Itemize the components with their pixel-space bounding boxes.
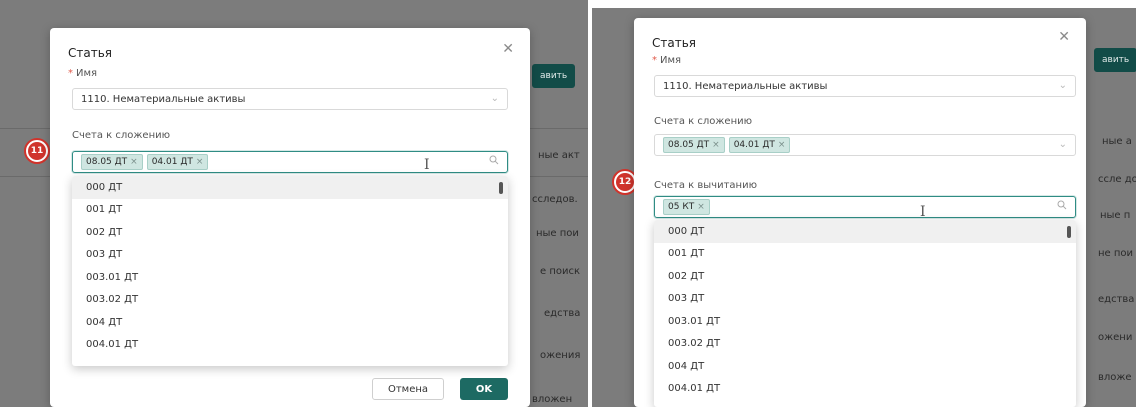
add-accounts-select[interactable]: 08.05 ДТ × 04.01 ДТ × ⌄	[654, 134, 1076, 156]
search-icon[interactable]	[489, 155, 499, 165]
screenshot-left: авить ные акт сследов. ные пои е поиск е…	[0, 0, 592, 407]
close-icon[interactable]: ✕	[502, 42, 514, 56]
accounts-dropdown: 000 ДТ 001 ДТ 002 ДТ 003 ДТ 003.01 ДТ 00…	[72, 176, 508, 366]
close-icon[interactable]: ✕	[1058, 30, 1070, 44]
dropdown-option[interactable]: 002 ДТ	[72, 221, 508, 244]
name-value: 1110. Нематериальные активы	[81, 93, 246, 105]
account-tag-label: 04.01 ДТ	[151, 157, 193, 167]
dropdown-option[interactable]: 003 ДТ	[72, 244, 508, 267]
add-accounts-label: Счета к сложению	[654, 116, 753, 127]
background-row-text: вложен	[532, 394, 573, 405]
dropdown-option[interactable]: 000 ДТ	[72, 176, 508, 199]
name-label-text: Имя	[76, 68, 98, 79]
required-mark: *	[68, 68, 73, 79]
add-accounts-select[interactable]: 08.05 ДТ × 04.01 ДТ ×	[72, 151, 508, 173]
subtract-accounts-label: Счета к вычитанию	[654, 180, 757, 191]
subtract-accounts-select[interactable]: 05 КТ ×	[654, 196, 1076, 218]
background-button: авить	[1094, 48, 1136, 72]
background-row-text: е поиск	[540, 266, 581, 277]
close-icon[interactable]: ×	[196, 157, 204, 167]
dropdown-option[interactable]: 003.01 ДТ	[72, 266, 508, 289]
account-tag: 05 КТ ×	[663, 199, 710, 215]
background-row-text: ожени	[1098, 332, 1133, 343]
step-badge-number: 12	[616, 173, 634, 191]
dropdown-scrollbar[interactable]	[499, 182, 503, 194]
dropdown-option[interactable]: 004 ДТ	[654, 355, 1076, 378]
dropdown-scrollbar[interactable]	[1067, 226, 1071, 238]
screenshot-right: авить ные а ссле до ные п не пои едства …	[592, 8, 1136, 407]
dropdown-option[interactable]: 003.02 ДТ	[654, 333, 1076, 356]
chevron-down-icon[interactable]: ⌄	[1059, 139, 1067, 150]
step-badge-number: 11	[28, 142, 46, 160]
dropdown-option[interactable]: 003.01 ДТ	[654, 310, 1076, 333]
background-row-text: ссле до	[1098, 174, 1136, 185]
text-cursor-icon: I	[920, 204, 926, 220]
text-cursor-icon: I	[424, 157, 430, 173]
background-row-text: едства	[544, 308, 581, 319]
close-icon[interactable]: ×	[130, 157, 138, 167]
account-tag: 08.05 ДТ ×	[81, 154, 143, 170]
chevron-down-icon[interactable]: ⌄	[491, 93, 499, 104]
background-row-text: ные акт	[538, 150, 580, 161]
step-badge: 11	[24, 138, 50, 164]
close-icon[interactable]: ×	[697, 202, 705, 212]
dropdown-option[interactable]: 003.02 ДТ	[72, 289, 508, 312]
ok-button[interactable]: OK	[460, 378, 508, 400]
account-tag: 04.01 ДТ ×	[146, 154, 209, 170]
dropdown-option[interactable]: 002 ДТ	[654, 265, 1076, 288]
add-accounts-label: Счета к сложению	[72, 130, 171, 141]
search-icon[interactable]	[1057, 200, 1067, 210]
account-tag-label: 05 КТ	[668, 202, 695, 212]
name-select[interactable]: 1110. Нематериальные активы ⌄	[654, 75, 1076, 97]
name-label: * Имя	[652, 55, 681, 66]
name-label-text: Имя	[660, 55, 682, 66]
chevron-down-icon[interactable]: ⌄	[1059, 80, 1067, 91]
cancel-button[interactable]: Отмена	[372, 378, 444, 400]
dropdown-option[interactable]: 004.01 ДТ	[654, 378, 1076, 401]
dialog-title: Статья	[68, 46, 113, 60]
background-row-text: ные а	[1102, 136, 1132, 147]
close-icon[interactable]: ×	[712, 140, 720, 150]
dropdown-option[interactable]: 001 ДТ	[72, 199, 508, 222]
accounts-dropdown: 000 ДТ 001 ДТ 002 ДТ 003 ДТ 003.01 ДТ 00…	[654, 220, 1076, 407]
account-tag-label: 08.05 ДТ	[86, 157, 128, 167]
name-select[interactable]: 1110. Нематериальные активы ⌄	[72, 88, 508, 110]
background-row-text: ные пои	[536, 228, 579, 239]
dropdown-option[interactable]: 003 ДТ	[654, 288, 1076, 311]
background-row-text: ожения	[540, 350, 581, 361]
dropdown-option[interactable]: 000 ДТ	[654, 220, 1076, 243]
name-label: * Имя	[68, 68, 97, 79]
dropdown-option[interactable]: 004.01 ДТ	[72, 334, 508, 357]
background-button: авить	[532, 64, 576, 88]
dialog-title: Статья	[652, 36, 697, 50]
dropdown-option[interactable]: 001 ДТ	[654, 243, 1076, 266]
dropdown-option[interactable]: 004 ДТ	[72, 311, 508, 334]
account-tag: 04.01 ДТ ×	[728, 137, 791, 153]
background-row-text: сследов.	[532, 194, 578, 205]
account-tag-label: 08.05 ДТ	[668, 140, 710, 150]
name-value: 1110. Нематериальные активы	[663, 80, 828, 92]
account-tag-label: 04.01 ДТ	[733, 140, 775, 150]
background-row-text: едства	[1098, 294, 1135, 305]
background-row-text: вложе	[1098, 372, 1132, 383]
account-tag: 08.05 ДТ ×	[663, 137, 725, 153]
close-icon[interactable]: ×	[778, 140, 786, 150]
required-mark: *	[652, 55, 657, 66]
background-row-text: не пои	[1098, 248, 1134, 259]
background-row-text: ные п	[1100, 210, 1131, 221]
